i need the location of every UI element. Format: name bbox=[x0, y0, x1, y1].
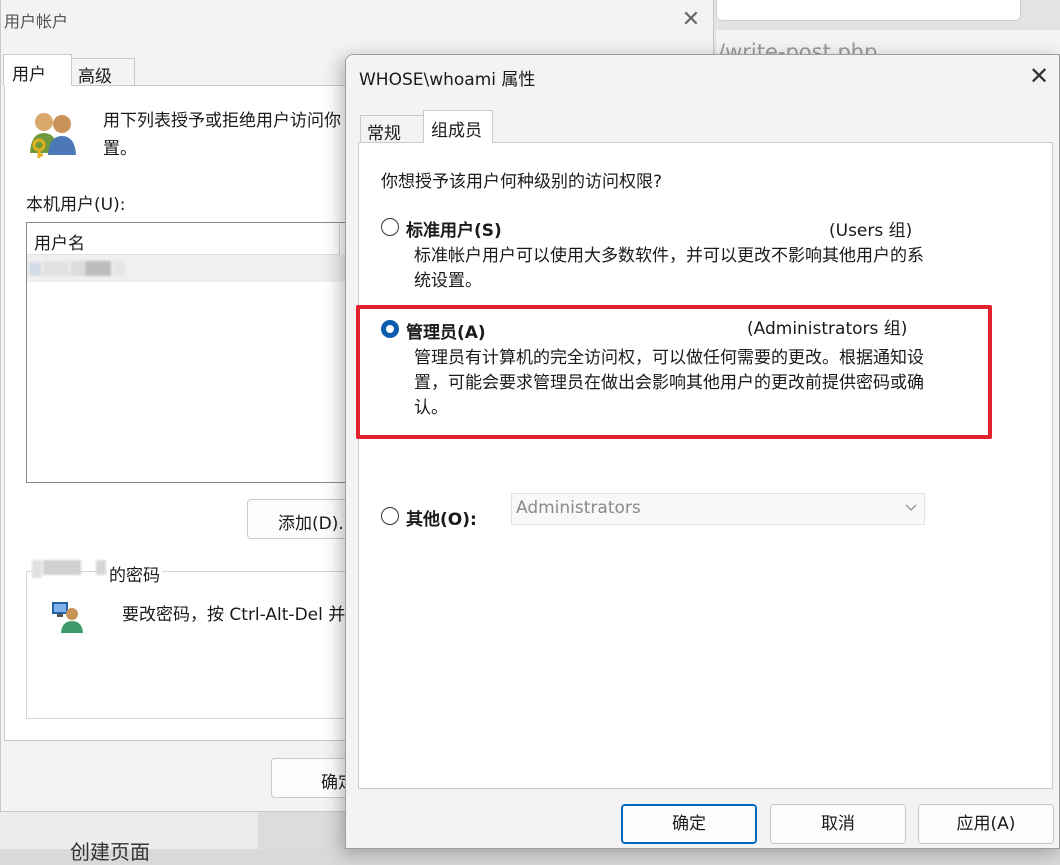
access-level-question: 你想授予该用户何种级别的访问权限? bbox=[381, 172, 663, 192]
other-group-select[interactable]: Administrators bbox=[511, 493, 925, 525]
tab-advanced[interactable]: 高级 bbox=[71, 58, 135, 87]
radio-administrator[interactable] bbox=[381, 320, 399, 338]
tab-group-membership[interactable]: 组成员 bbox=[423, 110, 493, 143]
accounts-description-continued: 置。 bbox=[103, 139, 137, 159]
accounts-description: 用下列表授予或拒绝用户访问你 bbox=[103, 111, 341, 131]
radio-standard-user[interactable] bbox=[381, 218, 399, 236]
chevron-down-icon bbox=[905, 504, 917, 511]
tab-users[interactable]: 用户 bbox=[3, 54, 72, 86]
redacted-text bbox=[113, 261, 125, 276]
accounts-ok-button[interactable]: 确定 bbox=[271, 758, 353, 798]
close-icon[interactable]: ✕ bbox=[677, 6, 705, 34]
standard-user-label[interactable]: 标准用户(S) bbox=[406, 216, 502, 241]
tab-general[interactable]: 常规 bbox=[360, 115, 424, 144]
apply-button[interactable]: 应用(A) bbox=[918, 804, 1054, 844]
radio-other[interactable] bbox=[381, 507, 399, 525]
column-header-username[interactable]: 用户名 bbox=[27, 223, 340, 255]
user-computer-icon bbox=[52, 602, 83, 633]
redacted-text bbox=[71, 261, 85, 276]
other-label[interactable]: 其他(O): bbox=[406, 505, 477, 530]
close-icon[interactable]: ✕ bbox=[1024, 61, 1054, 91]
cancel-button[interactable]: 取消 bbox=[770, 804, 906, 844]
administrators-group-label: (Administrators 组) bbox=[747, 319, 908, 339]
user-accounts-title: 用户帐户 bbox=[4, 12, 69, 31]
redacted-text bbox=[43, 560, 81, 575]
redacted-text bbox=[43, 261, 69, 276]
password-group-label: 的密码 bbox=[107, 561, 162, 586]
administrator-description: 管理员有计算机的完全访问权，可以做任何需要的更改。根据通知设置，可能会要求管理员… bbox=[414, 348, 924, 418]
redacted-text bbox=[85, 261, 111, 276]
table-row[interactable] bbox=[27, 255, 350, 282]
local-users-list[interactable]: 用户名 bbox=[26, 222, 351, 483]
local-users-label: 本机用户(U): bbox=[26, 195, 126, 215]
users-key-icon bbox=[30, 113, 76, 158]
standard-user-description: 标准帐户用户可以使用大多数软件，并可以更改不影响其他用户的系统设置。 bbox=[414, 246, 924, 291]
dialog-title: WHOSE\whoami 属性 bbox=[359, 70, 536, 90]
redacted-text bbox=[29, 262, 41, 276]
background-create-page-text[interactable]: 创建页面 bbox=[70, 836, 150, 865]
users-group-label: (Users 组) bbox=[829, 221, 913, 241]
administrator-label[interactable]: 管理员(A) bbox=[406, 318, 486, 343]
user-properties-dialog: WHOSE\whoami 属性 ✕ 常规 组成员 你想授予该用户何种级别的访问权… bbox=[345, 54, 1060, 849]
change-password-hint: 要改密码，按 Ctrl-Alt-Del 并 bbox=[122, 605, 346, 625]
background-top-card bbox=[716, 0, 1021, 21]
add-user-button[interactable]: 添加(D)... bbox=[247, 499, 353, 539]
redacted-text bbox=[32, 560, 42, 578]
background-bottom-panel-2 bbox=[258, 812, 358, 849]
password-group-box bbox=[26, 571, 351, 719]
other-group-select-value: Administrators bbox=[516, 498, 641, 518]
ok-button[interactable]: 确定 bbox=[621, 804, 757, 844]
redacted-text bbox=[96, 560, 106, 575]
